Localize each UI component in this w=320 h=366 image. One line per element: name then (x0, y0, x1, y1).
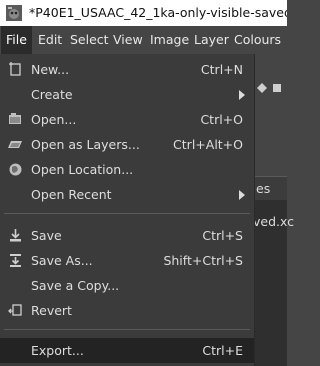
menu-item-shortcut: Ctrl+N (200, 62, 243, 77)
menu-item-label: Save As... (31, 253, 93, 268)
menu-item-label: Save a Copy... (31, 278, 120, 293)
revert-icon (8, 304, 22, 316)
menu-image[interactable]: Image (145, 26, 194, 54)
file-menu-dropdown: New... Ctrl+N Create Open... Ctrl+O Open… (0, 54, 255, 366)
menu-item-save-as[interactable]: Save As... Shift+Ctrl+S (0, 248, 254, 273)
menu-item-label: Open as Layers... (31, 137, 140, 152)
menu-item-label: Revert (31, 303, 72, 318)
menu-layer[interactable]: Layer (189, 26, 234, 54)
menu-file[interactable]: File (1, 26, 32, 54)
menu-item-shortcut: Ctrl+E (202, 343, 243, 358)
menu-item-save[interactable]: Save Ctrl+S (0, 223, 254, 248)
menu-colours[interactable]: Colours (229, 26, 286, 54)
window-titlebar: *P40E1_USAAC_42_1ka-only-visible-saved.x… (0, 0, 287, 26)
save-icon (10, 229, 21, 242)
globe-icon (9, 163, 22, 176)
menu-item-export[interactable]: Export... Ctrl+E (0, 338, 254, 363)
menu-item-shortcut: Ctrl+S (202, 228, 243, 243)
menu-item-open-as-layers[interactable]: Open as Layers... Ctrl+Alt+O (0, 132, 254, 157)
menu-select[interactable]: Select (65, 26, 114, 54)
tool-options-icons (253, 78, 287, 98)
menu-item-revert[interactable]: Revert (0, 298, 254, 323)
menu-item-shortcut: Ctrl+O (200, 112, 243, 127)
menu-item-label: Open Location... (31, 162, 134, 177)
menu-item-shortcut: Ctrl+Alt+O (173, 137, 243, 152)
menu-item-open-location[interactable]: Open Location... (0, 157, 254, 182)
menu-item-open[interactable]: Open... Ctrl+O (0, 107, 254, 132)
menu-edit[interactable]: Edit (33, 26, 67, 54)
menu-item-open-recent[interactable]: Open Recent (0, 182, 254, 207)
dock-tab[interactable]: es (253, 176, 287, 200)
save-as-icon (10, 254, 21, 267)
image-tab-label[interactable]: ved.xc (253, 214, 294, 229)
open-as-layers-icon (8, 141, 22, 148)
new-image-icon (9, 62, 21, 76)
gimp-app-icon (6, 5, 22, 21)
open-folder-icon (9, 113, 21, 124)
window-title: *P40E1_USAAC_42_1ka-only-visible-saved.x… (29, 5, 287, 20)
submenu-arrow-icon (239, 90, 245, 100)
menu-item-shortcut: Shift+Ctrl+S (163, 253, 243, 268)
menu-view[interactable]: View (108, 26, 148, 54)
menu-item-label: Create (31, 87, 73, 102)
menu-item-label: Save (31, 228, 62, 243)
menu-item-save-a-copy[interactable]: Save a Copy... (0, 273, 254, 298)
menu-separator (4, 329, 250, 330)
menu-item-label: Open... (31, 112, 77, 127)
menu-item-label: Export... (31, 343, 84, 358)
menubar: File Edit Select View Image Layer Colour… (0, 26, 287, 54)
menu-item-new[interactable]: New... Ctrl+N (0, 57, 254, 82)
paint-bucket-icon[interactable] (253, 78, 287, 98)
submenu-arrow-icon (239, 190, 245, 200)
menu-item-label: New... (31, 62, 70, 77)
menu-separator (4, 213, 250, 214)
menu-item-create[interactable]: Create (0, 82, 254, 107)
menu-item-label: Open Recent (31, 187, 112, 202)
